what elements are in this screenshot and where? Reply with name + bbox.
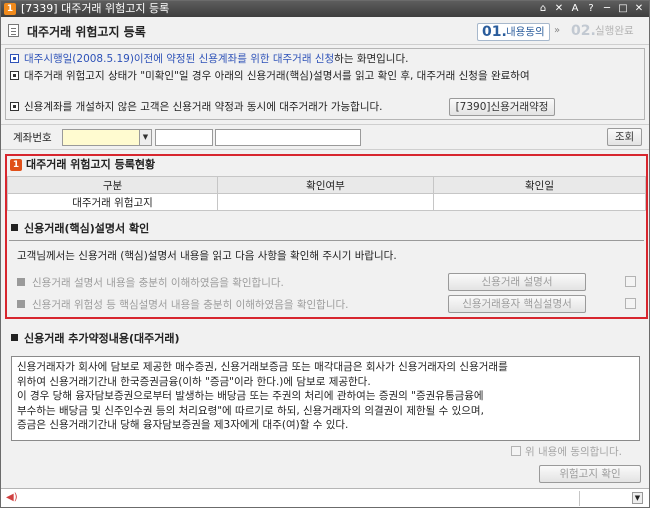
window: 1 [7339] 대주거래 위험고지 등록 ⌂ ✕ A ? ─ □ ✕ 대주거래… xyxy=(0,0,650,508)
explain-title-text: 신용거래(핵심)설명서 확인 xyxy=(24,222,150,235)
agree-checkbox-label: 위 내용에 동의합니다. xyxy=(525,446,622,458)
step1-label: 내용동의 xyxy=(506,26,545,38)
page-title: 대주거래 위험고지 등록 xyxy=(27,25,146,39)
screen-number-badge: 1 xyxy=(4,3,16,15)
risk-notice-section: 1 대주거래 위험고지 등록현황 구분 확인여부 확인일 대주거래 위험고지 신… xyxy=(5,154,648,319)
bullet-icon xyxy=(10,102,19,111)
step2-label: 실행완료 xyxy=(595,25,634,37)
column-header: 확인일 xyxy=(433,176,646,194)
agree-checkbox-box[interactable] xyxy=(511,446,521,456)
check-item-1: 신용거래 설명서 내용을 충분히 이해하였음을 확인합니다. xyxy=(17,276,284,290)
table-cell: 대주거래 위험고지 xyxy=(7,193,218,211)
divider xyxy=(9,240,644,241)
notice-line-3: 신용계좌를 개설하지 않은 고객은 신용거래 약정과 동시에 대주거래가 가능합… xyxy=(10,100,382,114)
font-size-icon[interactable]: A xyxy=(569,2,581,15)
credit-contract-button[interactable]: [7390]신용거래약정 xyxy=(449,98,555,116)
notice-line1-rest: 하는 화면입니다. xyxy=(334,53,409,65)
check1-checkbox[interactable] xyxy=(625,276,636,287)
notice-line3-text: 신용계좌를 개설하지 않은 고객은 신용거래 약정과 동시에 대주거래가 가능합… xyxy=(24,101,383,113)
table-row: 대주거래 위험고지 xyxy=(7,193,646,211)
account-password-field[interactable] xyxy=(155,129,213,146)
check-item-2: 신용거래 위험성 등 핵심설명서 내용을 충분히 이해하였음을 확인합니다. xyxy=(17,298,349,312)
link-icon[interactable]: ✕ xyxy=(553,2,565,15)
table-cell xyxy=(217,193,434,211)
bullet-icon xyxy=(11,334,18,341)
credit-guide-button[interactable]: 신용거래 설명서 xyxy=(448,273,586,291)
status-dropdown[interactable]: ▼ xyxy=(579,491,646,506)
section-badge: 1 xyxy=(10,159,22,171)
bullet-icon xyxy=(10,71,19,80)
chevron-down-icon[interactable]: ▼ xyxy=(632,492,643,504)
agreement-text-box[interactable]: 신용거래자가 회사에 담보로 제공한 매수증권, 신용거래보증금 또는 매각대금… xyxy=(11,356,640,441)
chevron-down-icon[interactable]: ▼ xyxy=(139,130,151,145)
notice-line-1: 대주시행일(2008.5.19)이전에 약정된 신용계좌를 위한 대주거래 신청… xyxy=(10,52,408,66)
step-content-agree[interactable]: 01. 내용동의 xyxy=(477,23,550,41)
account-select[interactable]: ▼ xyxy=(62,129,152,146)
bullet-icon xyxy=(17,278,25,286)
check2-checkbox[interactable] xyxy=(625,298,636,309)
page-header: 대주거래 위험고지 등록 01. 내용동의 » 02. 실행완료 xyxy=(1,17,649,45)
window-title: [7339] 대주거래 위험고지 등록 xyxy=(21,2,170,15)
check2-text: 신용거래 위험성 등 핵심설명서 내용을 충분히 이해하였음을 확인합니다. xyxy=(32,299,349,311)
step1-number: 01. xyxy=(482,24,507,40)
status-bar: ◀) ▼ xyxy=(1,488,649,507)
credit-key-guide-button[interactable]: 신용거래용자 핵심설명서 xyxy=(448,295,586,313)
minimize-icon[interactable]: ─ xyxy=(601,2,613,15)
query-button[interactable]: 조회 xyxy=(607,128,642,146)
column-header: 확인여부 xyxy=(217,176,434,194)
step-execution-complete: 02. 실행완료 xyxy=(569,23,645,41)
close-icon[interactable]: ✕ xyxy=(633,2,645,15)
status-table: 구분 확인여부 확인일 대주거래 위험고지 xyxy=(7,176,646,211)
bullet-icon xyxy=(17,300,25,308)
account-label: 계좌번호 xyxy=(13,132,52,144)
window-controls: ⌂ ✕ A ? ─ □ ✕ xyxy=(537,2,645,15)
bullet-icon xyxy=(11,224,18,231)
home-icon[interactable]: ⌂ xyxy=(537,2,549,15)
agreement-section-title: 신용거래 추가약정내용(대주거래) xyxy=(11,332,180,346)
agreement-line: 증금은 신용거래기간내 당해 융자담보증권을 제3자에게 대주(여)할 수 있다… xyxy=(17,419,349,432)
step2-number: 02. xyxy=(571,23,596,39)
check1-text: 신용거래 설명서 내용을 충분히 이해하였음을 확인합니다. xyxy=(32,277,284,289)
risk-confirm-button[interactable]: 위험고지 확인 xyxy=(539,465,641,483)
explain-description: 고객님께서는 신용거래 (핵심)설명서 내용을 읽고 다음 사항을 확인해 주시… xyxy=(17,250,397,262)
agreement-line: 이 경우 당해 융자담보증권으로부터 발생하는 배당금 또는 주권의 처리에 관… xyxy=(17,390,484,403)
table-cell xyxy=(433,193,646,211)
notice-line-2: 대주거래 위험고지 상태가 "미확인"일 경우 아래의 신용거래(핵심)설명서를… xyxy=(10,69,530,83)
bullet-icon xyxy=(10,54,19,63)
account-name-field[interactable] xyxy=(215,129,361,146)
notice-highlight: 대주시행일(2008.5.19)이전에 약정된 신용계좌를 위한 대주거래 신청 xyxy=(24,53,335,65)
status-section-title: 대주거래 위험고지 등록현황 xyxy=(26,158,156,171)
notice-box: 대주시행일(2008.5.19)이전에 약정된 신용계좌를 위한 대주거래 신청… xyxy=(5,48,645,120)
agreement-title-text: 신용거래 추가약정내용(대주거래) xyxy=(24,332,180,345)
document-icon xyxy=(8,24,19,37)
explain-section-title: 신용거래(핵심)설명서 확인 xyxy=(11,222,149,236)
agreement-line: 신용거래자가 회사에 담보로 제공한 매수증권, 신용거래보증금 또는 매각대금… xyxy=(17,361,508,373)
account-row: 계좌번호 ▼ 조회 xyxy=(1,124,649,150)
title-bar[interactable]: 1 [7339] 대주거래 위험고지 등록 ⌂ ✕ A ? ─ □ ✕ xyxy=(1,1,649,17)
step-arrow-icon: » xyxy=(554,25,561,36)
speaker-icon[interactable]: ◀) xyxy=(6,492,18,503)
agreement-line: 부수하는 배당금 및 신주인수권 등의 처리요령"에 따르기로 하되, 신용거래… xyxy=(17,404,484,417)
agreement-line: 위하여 신용거래기간내 한국증권금융(이하 "증금"이라 한다.)에 담보로 제… xyxy=(17,375,371,388)
column-header: 구분 xyxy=(7,176,218,194)
agree-checkbox[interactable]: 위 내용에 동의합니다. xyxy=(511,445,622,459)
table-header-row: 구분 확인여부 확인일 xyxy=(7,176,646,194)
help-icon[interactable]: ? xyxy=(585,2,597,15)
notice-line2-text: 대주거래 위험고지 상태가 "미확인"일 경우 아래의 신용거래(핵심)설명서를… xyxy=(24,70,530,82)
maximize-icon[interactable]: □ xyxy=(617,2,629,15)
